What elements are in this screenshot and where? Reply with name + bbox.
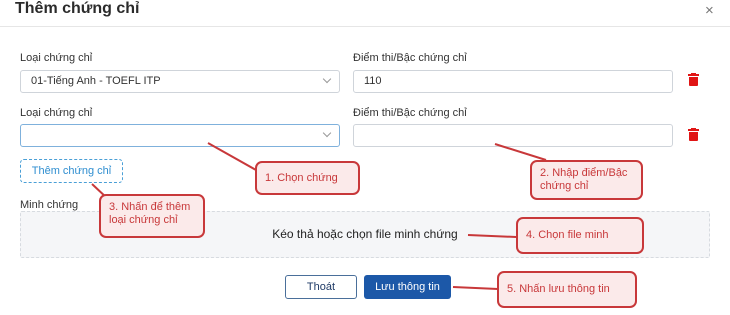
callout-2-line2: chứng chỉ — [540, 180, 589, 192]
arrow-1 — [207, 142, 257, 171]
callout-3-line2: loại chứng chỉ — [109, 214, 178, 226]
arrow-5 — [452, 286, 499, 290]
arrow-2 — [494, 143, 547, 161]
callout-5-text: 5. Nhấn lưu thông tin — [507, 283, 610, 295]
callout-1: 1. Chọn chứng — [255, 161, 360, 195]
callout-3-line1: 3. Nhấn để thêm — [109, 201, 191, 213]
callout-2: 2. Nhập điểm/Bậc chứng chỉ — [530, 160, 643, 200]
arrow-4 — [467, 234, 517, 238]
callout-4: 4. Chọn file minh — [516, 217, 644, 254]
callout-2-line1: 2. Nhập điểm/Bậc — [540, 167, 628, 179]
callout-5: 5. Nhấn lưu thông tin — [497, 271, 637, 308]
callout-3: 3. Nhấn để thêm loại chứng chỉ — [99, 194, 205, 238]
callout-1-text: 1. Chọn chứng — [265, 172, 338, 184]
callout-4-text: 4. Chọn file minh — [526, 229, 609, 241]
callout-arrows — [91, 142, 547, 290]
